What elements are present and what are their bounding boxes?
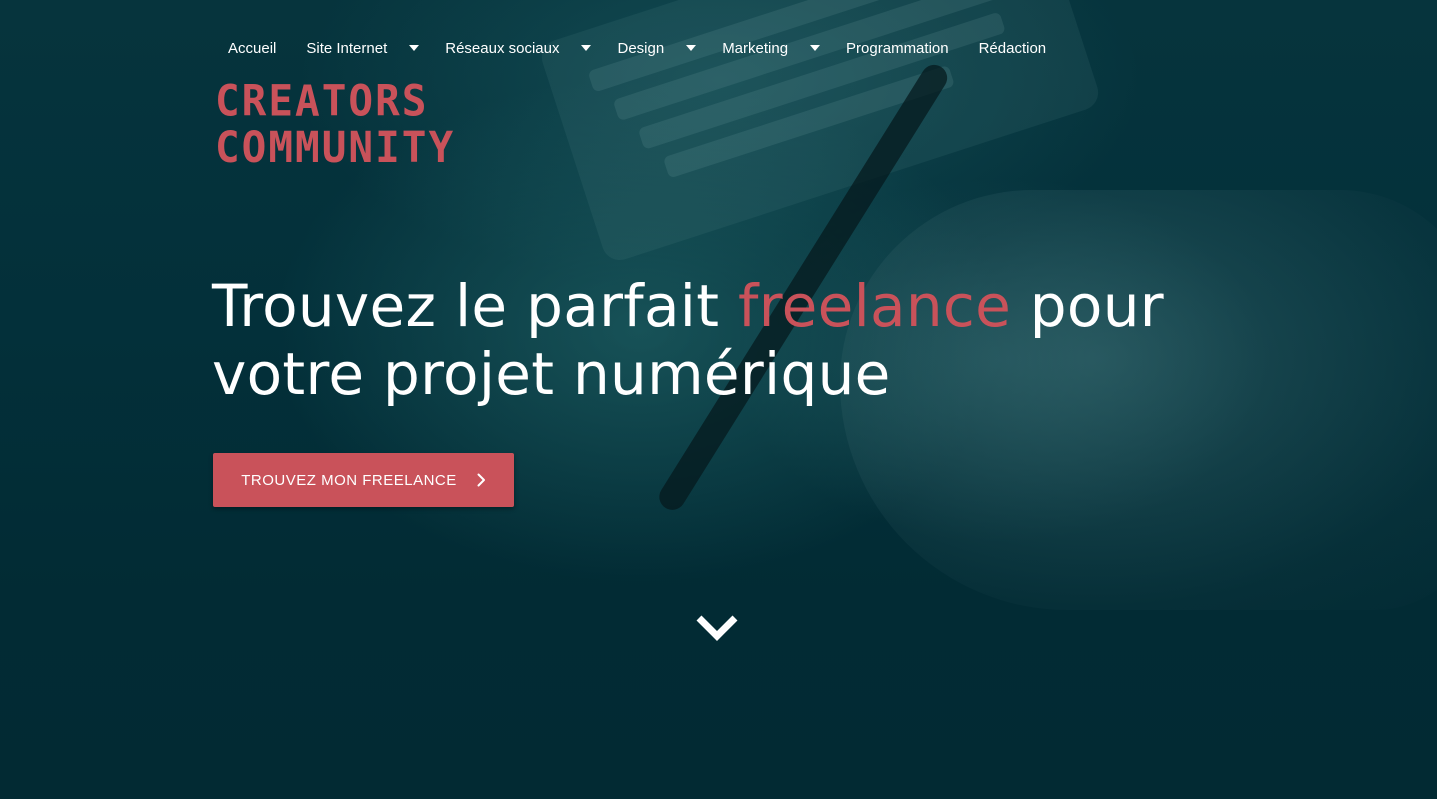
hero-headline: Trouvez le parfait freelance pour votre …: [212, 272, 1232, 408]
nav-item-label: Réseaux sociaux: [445, 39, 560, 57]
hero-section: Accueil Site Internet Réseaux sociaux De…: [0, 0, 1437, 799]
chevron-right-icon: [477, 473, 486, 487]
nav-item-site-internet[interactable]: Site Internet: [306, 36, 445, 60]
logo-line-1: CREATORS: [215, 75, 429, 127]
chevron-down-icon: [696, 615, 738, 641]
site-logo[interactable]: CREATORS COMMUNITY: [215, 78, 455, 170]
find-freelance-button[interactable]: TROUVEZ MON FREELANCE: [213, 453, 514, 507]
caret-down-icon: [810, 45, 821, 51]
nav-item-label: Marketing: [722, 39, 789, 57]
caret-down-icon: [409, 45, 420, 51]
scroll-down-button[interactable]: [694, 612, 740, 644]
main-nav: Accueil Site Internet Réseaux sociaux De…: [228, 36, 1046, 60]
nav-item-label: Site Internet: [306, 39, 388, 57]
headline-text-start: Trouvez le parfait: [212, 272, 739, 340]
nav-item-reseaux-sociaux[interactable]: Réseaux sociaux: [445, 36, 617, 60]
caret-down-icon: [686, 45, 697, 51]
nav-item-redaction[interactable]: Rédaction: [979, 36, 1047, 60]
caret-down-icon: [581, 45, 592, 51]
nav-item-marketing[interactable]: Marketing: [722, 36, 846, 60]
nav-item-label: Design: [617, 39, 665, 57]
headline-accent-word: freelance: [738, 272, 1012, 340]
nav-item-design[interactable]: Design: [617, 36, 722, 60]
cta-label: TROUVEZ MON FREELANCE: [241, 471, 457, 489]
logo-line-2: COMMUNITY: [215, 121, 456, 173]
nav-item-accueil[interactable]: Accueil: [228, 36, 276, 60]
nav-item-label: Rédaction: [978, 39, 1047, 57]
nav-item-label: Programmation: [846, 39, 949, 57]
nav-item-programmation[interactable]: Programmation: [846, 36, 949, 60]
nav-item-label: Accueil: [228, 39, 277, 57]
